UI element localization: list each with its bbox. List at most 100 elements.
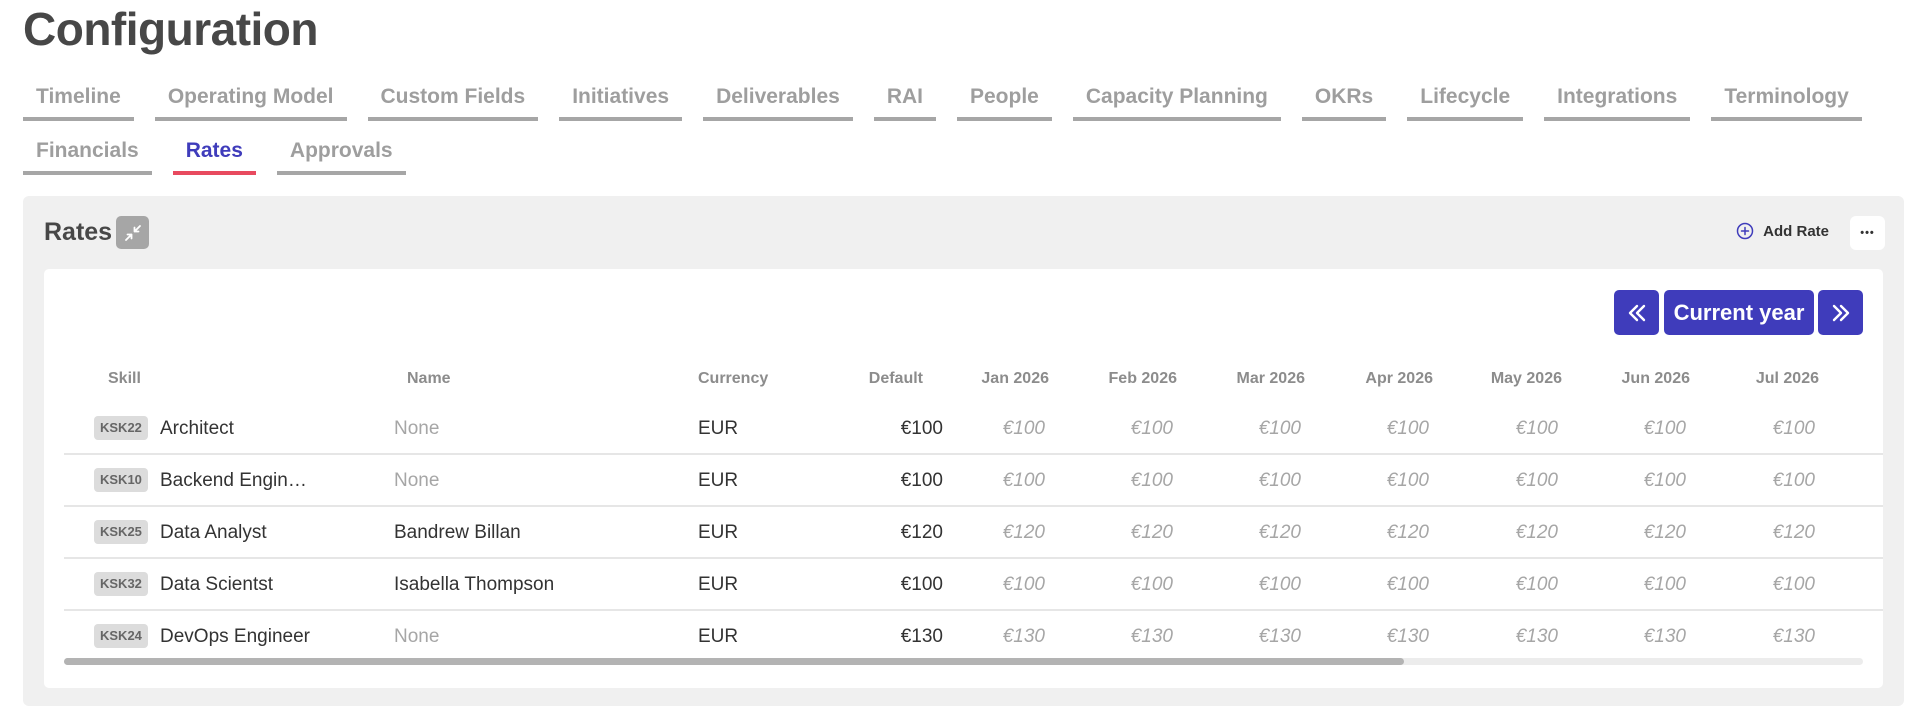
tab-people[interactable]: People <box>956 76 1052 121</box>
scrollbar-thumb[interactable] <box>64 658 1404 665</box>
horizontal-scrollbar[interactable] <box>64 658 1863 665</box>
skill-code-badge: KSK10 <box>94 468 148 492</box>
month-rate-cell: €100 <box>1772 418 1815 439</box>
currency-cell: EUR <box>698 574 739 595</box>
month-rate-cell: €100 <box>1386 470 1429 491</box>
month-rate-cell: €130 <box>1772 626 1815 647</box>
month-rate-cell: €130 <box>1258 626 1301 647</box>
month-rate-cell: €100 <box>1002 418 1045 439</box>
month-rate-cell: €130 <box>1002 626 1045 647</box>
name-cell: Bandrew Billan <box>394 522 521 543</box>
tab-rai[interactable]: RAI <box>873 76 936 121</box>
column-header-jun-2026[interactable]: Jun 2026 <box>1590 370 1690 388</box>
tab-timeline[interactable]: Timeline <box>23 76 134 121</box>
month-rate-cell: €100 <box>1130 470 1173 491</box>
tab-operating-model[interactable]: Operating Model <box>154 76 347 121</box>
tab-rates[interactable]: Rates <box>172 130 256 175</box>
tab-deliverables[interactable]: Deliverables <box>703 76 853 121</box>
month-rate-cell: €100 <box>1258 470 1301 491</box>
skill-code-badge-wrapper: KSK25 <box>94 520 148 544</box>
skill-code-badge-wrapper: KSK32 <box>94 572 148 596</box>
default-rate-cell: €120 <box>900 522 943 543</box>
name-cell: None <box>394 418 440 439</box>
month-rate-cell: €100 <box>1258 574 1301 595</box>
next-year-button[interactable] <box>1818 290 1863 335</box>
currency-cell: EUR <box>698 470 739 491</box>
month-rate-cell: €100 <box>1002 574 1045 595</box>
column-header-jan-2026[interactable]: Jan 2026 <box>949 370 1049 388</box>
tab-custom-fields[interactable]: Custom Fields <box>367 76 539 121</box>
tab-approvals[interactable]: Approvals <box>276 130 406 175</box>
table-row[interactable]: KSK24 DevOps Engineer None EUR €130 €130 €130 €… <box>64 611 1883 663</box>
month-rate-cell: €130 <box>1643 626 1686 647</box>
previous-year-button[interactable] <box>1614 290 1659 335</box>
name-cell: None <box>394 626 440 647</box>
column-header-apr-2026[interactable]: Apr 2026 <box>1333 370 1433 388</box>
tab-lifecycle[interactable]: Lifecycle <box>1407 76 1524 121</box>
rates-table-card: Current year Skill Name Currency Default Jan… <box>44 269 1883 688</box>
tab-initiatives[interactable]: Initiatives <box>559 76 683 121</box>
column-header-jul-2026[interactable]: Jul 2026 <box>1719 370 1819 388</box>
table-row[interactable]: KSK32 Data Scientst Isabella Thompson EUR €1… <box>64 559 1883 611</box>
skill-code-badge: KSK32 <box>94 572 148 596</box>
skill-code-badge: KSK24 <box>94 624 148 648</box>
skill-code-badge: KSK25 <box>94 520 148 544</box>
collapse-button[interactable] <box>116 216 149 249</box>
month-rate-cell: €100 <box>1130 574 1173 595</box>
rates-panel: Rates Add Rate ••• Current year Skill Nam… <box>23 196 1904 706</box>
default-rate-cell: €100 <box>900 470 943 491</box>
column-header-may-2026[interactable]: May 2026 <box>1462 370 1562 388</box>
month-rate-cell: €100 <box>1772 470 1815 491</box>
tab-integrations[interactable]: Integrations <box>1544 76 1691 121</box>
currency-cell: EUR <box>698 522 739 543</box>
month-rate-cell: €100 <box>1002 470 1045 491</box>
month-rate-cell: €120 <box>1002 522 1045 543</box>
skill-code-badge: KSK22 <box>94 416 148 440</box>
month-rate-cell: €120 <box>1643 522 1686 543</box>
skill-code-badge-wrapper: KSK10 <box>94 468 148 492</box>
ellipsis-icon: ••• <box>1860 227 1875 239</box>
column-header-feb-2026[interactable]: Feb 2026 <box>1077 370 1177 388</box>
panel-title: Rates <box>44 218 113 246</box>
skill-code-badge-wrapper: KSK22 <box>94 416 148 440</box>
tab-financials[interactable]: Financials <box>23 130 152 175</box>
skill-cell: Data Scientst <box>160 574 273 595</box>
column-header-name[interactable]: Name <box>407 370 451 388</box>
month-rate-cell: €100 <box>1772 574 1815 595</box>
month-rate-cell: €120 <box>1772 522 1815 543</box>
collapse-arrows-icon <box>124 224 141 241</box>
current-year-button[interactable]: Current year <box>1664 290 1814 335</box>
skill-cell: Data Analyst <box>160 522 267 543</box>
skill-cell: Architect <box>160 418 234 439</box>
month-rate-cell: €100 <box>1515 470 1558 491</box>
more-options-button[interactable]: ••• <box>1850 216 1885 250</box>
month-rate-cell: €100 <box>1386 574 1429 595</box>
month-rate-cell: €100 <box>1386 418 1429 439</box>
name-cell: None <box>394 470 440 491</box>
table-row[interactable]: KSK25 Data Analyst Bandrew Billan EUR €120 €1… <box>64 507 1883 559</box>
page-title: Configuration <box>23 3 319 55</box>
add-rate-label: Add Rate <box>1763 222 1829 240</box>
default-rate-cell: €100 <box>900 418 943 439</box>
table-row[interactable]: KSK22 Architect None EUR €100 €100 €100 €100 €10… <box>64 403 1883 455</box>
add-rate-button[interactable]: Add Rate <box>1736 222 1829 240</box>
name-cell: Isabella Thompson <box>394 574 555 595</box>
double-chevron-left-icon <box>1628 304 1645 321</box>
column-header-skill[interactable]: Skill <box>108 370 141 388</box>
column-header-default[interactable]: Default <box>823 370 923 388</box>
tab-capacity-planning[interactable]: Capacity Planning <box>1072 76 1281 121</box>
tab-terminology[interactable]: Terminology <box>1711 76 1862 121</box>
column-header-mar-2026[interactable]: Mar 2026 <box>1205 370 1306 388</box>
month-rate-cell: €100 <box>1258 418 1301 439</box>
skill-cell: DevOps Engineer <box>160 626 310 647</box>
month-rate-cell: €120 <box>1258 522 1301 543</box>
table-row[interactable]: KSK10 Backend Engin… None EUR €100 €100 €100 €1… <box>64 455 1883 507</box>
default-rate-cell: €100 <box>900 574 943 595</box>
column-header-currency[interactable]: Currency <box>698 370 768 388</box>
month-rate-cell: €130 <box>1515 626 1558 647</box>
month-rate-cell: €100 <box>1643 418 1686 439</box>
tab-bar-row-1: Timeline Operating Model Custom Fields Init… <box>23 76 1862 121</box>
tab-okrs[interactable]: OKRs <box>1301 76 1387 121</box>
month-rate-cell: €100 <box>1643 574 1686 595</box>
skill-cell: Backend Engin… <box>160 470 307 491</box>
